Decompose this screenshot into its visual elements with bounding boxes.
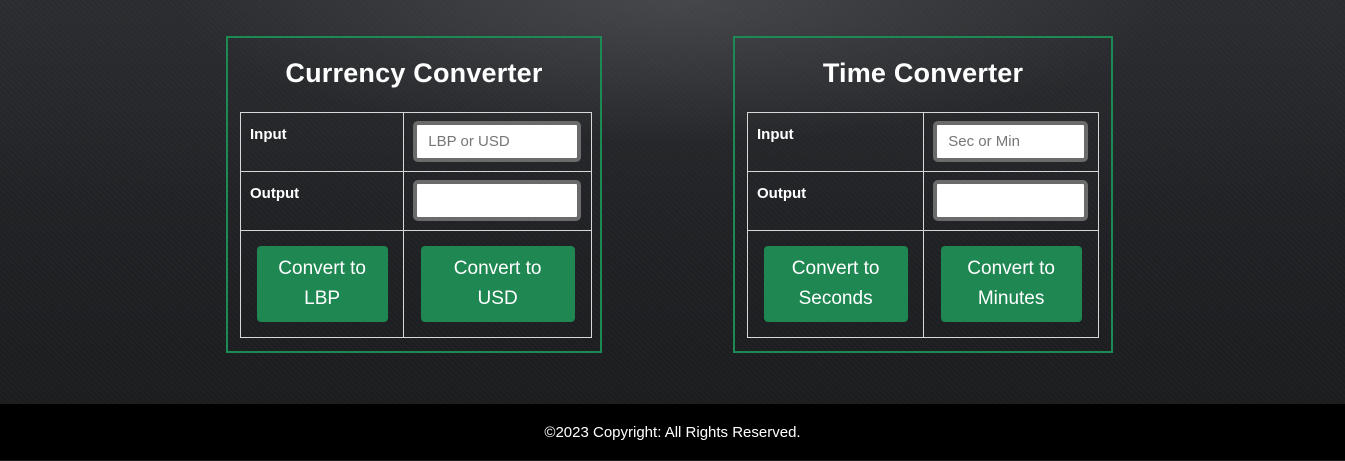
main-content: Currency Converter Input Output Convert … (0, 0, 1345, 404)
time-output-field[interactable] (933, 180, 1089, 221)
time-converter-title: Time Converter (822, 58, 1024, 88)
time-input-label: Input (757, 126, 794, 143)
time-converter-table: Input Output Convert to Seconds Convert t… (746, 112, 1099, 338)
convert-to-lbp-line1: Convert to (278, 258, 366, 279)
convert-to-minutes-button[interactable]: Convert to Minutes (940, 246, 1082, 322)
convert-to-usd-button[interactable]: Convert to USD (420, 246, 575, 322)
convert-to-lbp-button[interactable]: Convert to LBP (256, 246, 388, 322)
convert-to-minutes-line1: Convert to (967, 258, 1055, 279)
currency-converter-title: Currency Converter (285, 58, 543, 88)
currency-output-label: Output (250, 185, 300, 202)
convert-to-seconds-line1: Convert to (791, 258, 880, 279)
currency-input-label: Input (250, 126, 287, 143)
time-output-label: Output (757, 185, 807, 202)
convert-to-seconds-line2: Seconds (798, 288, 873, 309)
currency-converter-card: Currency Converter Input Output Convert … (226, 36, 602, 353)
convert-to-minutes-line2: Minutes (977, 288, 1045, 309)
convert-to-seconds-button[interactable]: Convert to Seconds (763, 246, 908, 322)
currency-input-field[interactable] (413, 121, 582, 162)
currency-converter-table: Input Output Convert to LBP Convert to USD (239, 112, 592, 338)
currency-output-field[interactable] (413, 180, 582, 221)
convert-to-usd-line1: Convert to (453, 258, 542, 279)
convert-to-lbp-line2: LBP (304, 288, 341, 309)
time-input-field[interactable] (933, 121, 1089, 162)
time-converter-card: Time Converter Input Output Convert to Se… (733, 36, 1113, 353)
footer-copyright: ©2023 Copyright: All Rights Reserved. (544, 424, 801, 441)
footer: ©2023 Copyright: All Rights Reserved. (0, 404, 1345, 460)
convert-to-usd-line2: USD (477, 288, 518, 309)
